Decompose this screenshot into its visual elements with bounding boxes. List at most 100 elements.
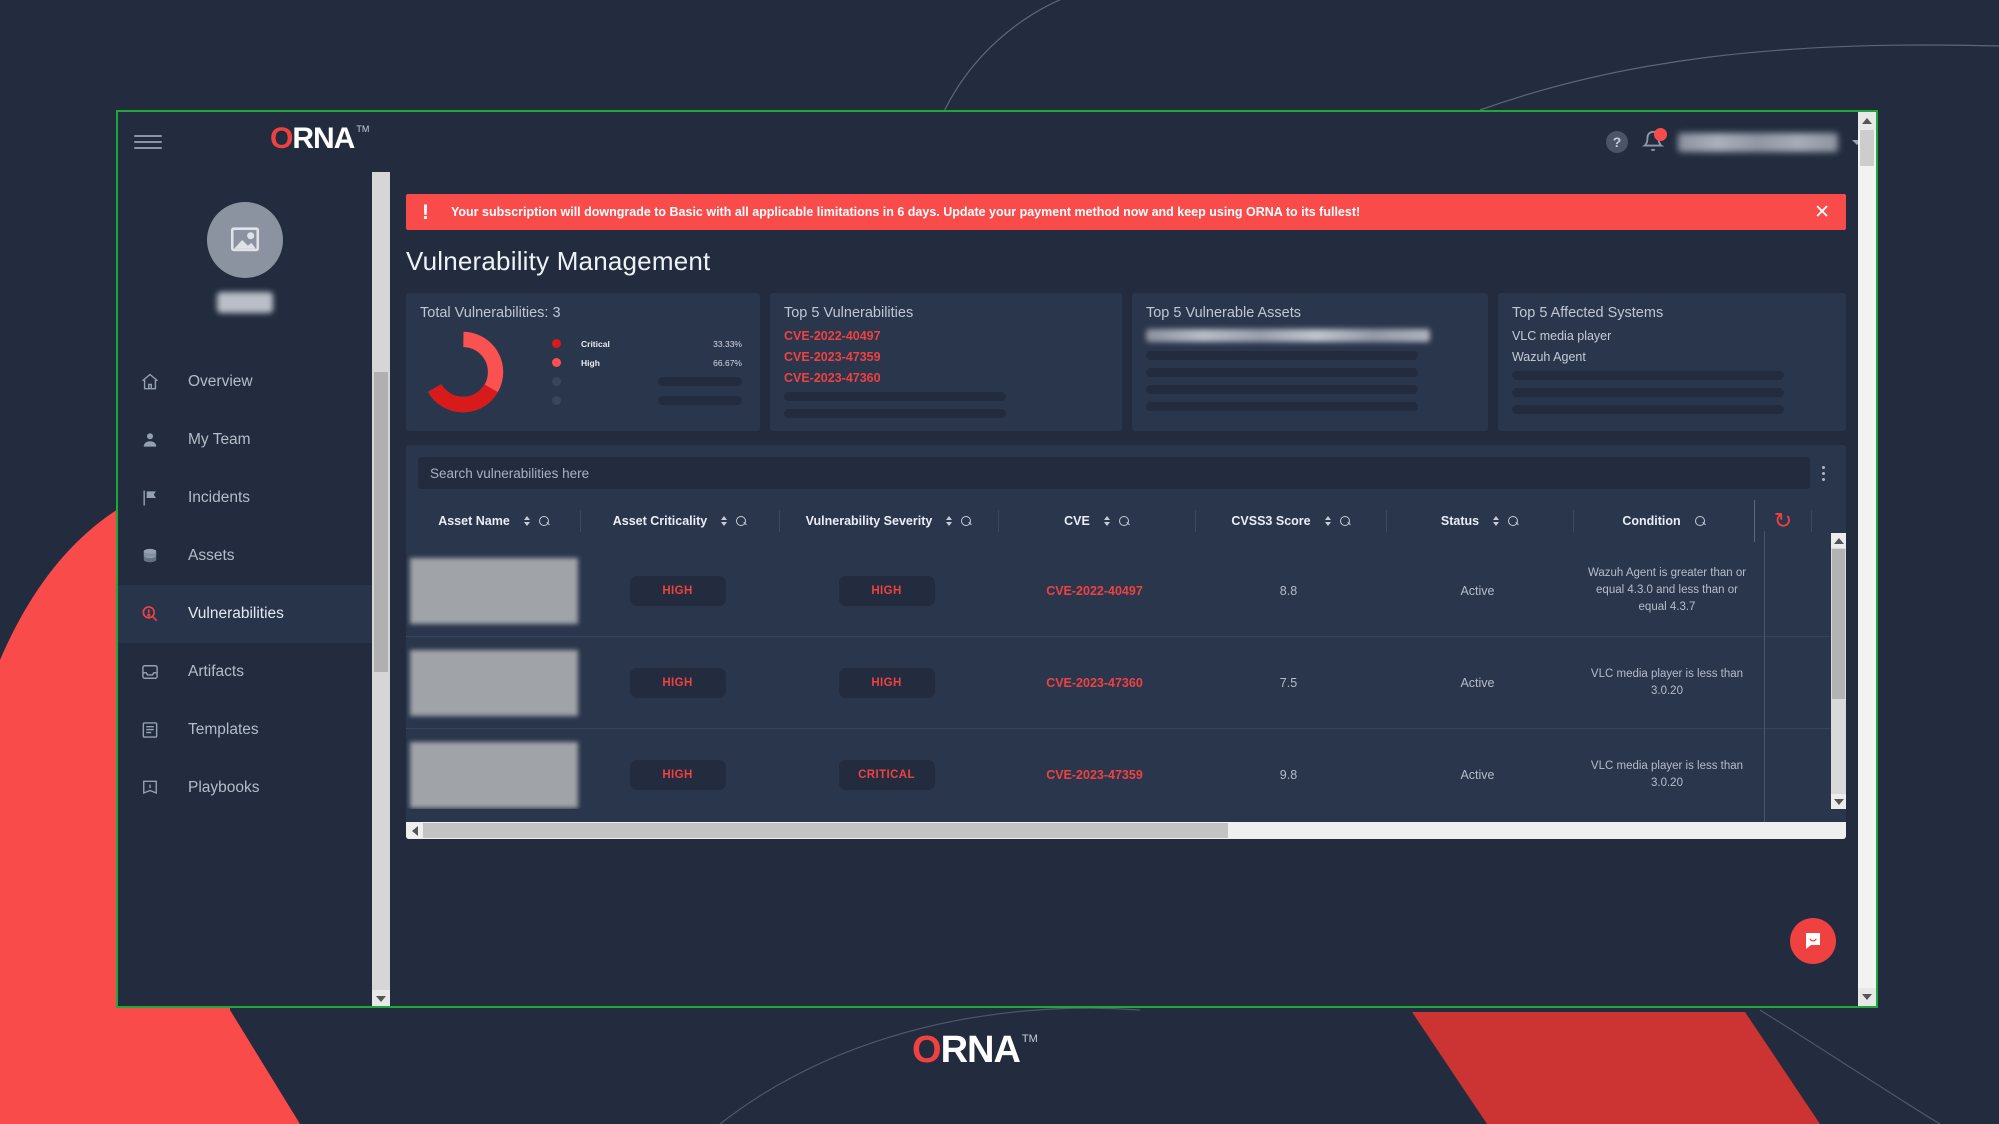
placeholder-bar — [1145, 402, 1418, 411]
avatar[interactable] — [207, 202, 283, 278]
affected-system-item: VLC media player — [1511, 329, 1612, 343]
sort-icon[interactable] — [946, 516, 953, 526]
sidebar-nav: Overview My Team Incidents Assets Vulner… — [118, 353, 372, 817]
sidebar-item-vulnerabilities[interactable]: Vulnerabilities — [118, 585, 372, 643]
close-icon[interactable]: ✕ — [1814, 203, 1830, 222]
table-header-cve[interactable]: CVE — [999, 499, 1195, 543]
sidebar-scrollbar[interactable] — [372, 172, 390, 1006]
legend-value: 33.33% — [713, 338, 742, 349]
footer-logo-tm: TM — [1021, 1033, 1038, 1045]
hamburger-menu-icon[interactable] — [134, 131, 162, 153]
cell-cve[interactable]: CVE-2023-47360 — [996, 637, 1193, 729]
cell-vulnerability-severity: CRITICAL — [777, 729, 996, 810]
table-header-cvss3-score[interactable]: CVSS3 Score — [1196, 499, 1386, 543]
sidebar-item-my-team[interactable]: My Team — [118, 411, 372, 469]
search-alert-icon — [140, 604, 174, 624]
sidebar-item-label: Artifacts — [188, 663, 244, 680]
cve-link[interactable]: CVE-2022-40497 — [1046, 584, 1143, 598]
notifications-bell-icon[interactable] — [1641, 128, 1667, 154]
top-vulnerabilities-card: Top 5 Vulnerabilities CVE-2022-40497 CVE… — [769, 293, 1122, 431]
search-icon[interactable] — [736, 515, 747, 527]
sidebar-item-incidents[interactable]: Incidents — [118, 469, 372, 527]
top-vuln-item[interactable]: CVE-2023-47360 — [784, 371, 1108, 385]
sort-icon[interactable] — [721, 516, 728, 526]
table-header-asset-criticality[interactable]: Asset Criticality — [581, 499, 779, 543]
sort-icon[interactable] — [523, 516, 530, 526]
condition-text: VLC media player is less than 3.0.20 — [1590, 667, 1744, 697]
sidebar-item-label: My Team — [188, 431, 251, 448]
table-vertical-scrollbar[interactable] — [1831, 533, 1846, 809]
cell-cve[interactable]: CVE-2023-47359 — [996, 729, 1193, 810]
cell-asset-criticality: HIGH — [578, 545, 777, 637]
donut-legend: Critical 33.33% High 66.67% — [552, 334, 742, 410]
table-row[interactable]: HIGH HIGH CVE-2023-47360 7.5 Active VLC … — [406, 637, 1846, 729]
refresh-icon[interactable]: ↻ — [1774, 510, 1792, 532]
legend-placeholder-bar — [658, 396, 742, 405]
cell-cve[interactable]: CVE-2022-40497 — [996, 545, 1193, 637]
user-email-redacted[interactable] — [1678, 132, 1838, 152]
status-value: Active — [1460, 675, 1495, 690]
search-icon[interactable] — [1508, 515, 1519, 527]
table-header-condition[interactable]: Condition — [1574, 499, 1754, 543]
search-input[interactable] — [418, 457, 1810, 489]
sidebar-item-label: Overview — [188, 373, 253, 390]
search-icon[interactable] — [961, 515, 972, 527]
sidebar-item-templates[interactable]: Templates — [118, 701, 372, 759]
column-label: Status — [1440, 514, 1480, 528]
sidebar-item-playbooks[interactable]: Playbooks — [118, 759, 372, 817]
sidebar-item-label: Assets — [188, 547, 235, 564]
sort-icon[interactable] — [1324, 516, 1331, 526]
legend-item-placeholder — [552, 391, 742, 410]
table-horizontal-scrollbar[interactable] — [406, 822, 1846, 839]
legend-color-dot — [552, 377, 561, 386]
sidebar-scroll-down-icon[interactable] — [372, 990, 390, 1006]
sidebar-item-label: Incidents — [188, 489, 251, 506]
table-row[interactable]: HIGH CRITICAL CVE-2023-47359 9.8 Active … — [406, 729, 1846, 809]
cve-link[interactable]: CVE-2023-47360 — [1046, 676, 1143, 690]
subscription-alert-banner: ! Your subscription will downgrade to Ba… — [406, 194, 1846, 230]
sort-icon[interactable] — [1103, 516, 1110, 526]
sidebar-scrollbar-thumb[interactable] — [374, 372, 388, 672]
placeholder-bar — [1511, 405, 1784, 414]
scroll-down-icon[interactable] — [1831, 794, 1846, 809]
top-vuln-item[interactable]: CVE-2022-40497 — [784, 329, 1108, 343]
search-icon[interactable] — [1694, 515, 1706, 527]
window-scroll-up-icon[interactable] — [1858, 112, 1876, 130]
user-icon — [140, 430, 174, 450]
sidebar-item-overview[interactable]: Overview — [118, 353, 372, 411]
window-scrollbar-thumb[interactable] — [1860, 130, 1874, 166]
placeholder-bar — [1145, 368, 1418, 377]
table-header-vulnerability-severity[interactable]: Vulnerability Severity — [780, 499, 998, 543]
kebab-menu-icon[interactable] — [1810, 465, 1836, 481]
sidebar-item-artifacts[interactable]: Artifacts — [118, 643, 372, 701]
sidebar-profile — [118, 172, 372, 313]
legend-value: 66.67% — [713, 357, 742, 368]
main-content: ! Your subscription will downgrade to Ba… — [390, 172, 1862, 1006]
placeholder-bar — [1511, 371, 1784, 380]
orna-logo[interactable]: ORNA TM — [270, 122, 369, 156]
table-row[interactable]: HIGH HIGH CVE-2022-40497 8.8 Active Wazu… — [406, 545, 1846, 637]
search-icon[interactable] — [1118, 515, 1130, 527]
top-vuln-item[interactable]: CVE-2023-47359 — [784, 350, 1108, 364]
table-header-status[interactable]: Status — [1387, 499, 1573, 543]
search-icon[interactable] — [538, 515, 550, 527]
scroll-up-icon[interactable] — [1831, 533, 1846, 548]
table-scrollbar-thumb[interactable] — [1832, 549, 1845, 699]
redacted-asset-name — [410, 649, 578, 716]
window-scroll-down-icon[interactable] — [1858, 988, 1876, 1006]
help-icon[interactable]: ? — [1606, 131, 1628, 153]
severity-donut-chart — [422, 331, 504, 413]
window-scrollbar[interactable] — [1858, 112, 1876, 1006]
severity-badge: CRITICAL — [838, 759, 935, 790]
sort-icon[interactable] — [1493, 516, 1500, 526]
horizontal-scrollbar-thumb[interactable] — [423, 823, 1228, 838]
placeholder-bar — [783, 409, 1006, 418]
search-icon[interactable] — [1339, 515, 1351, 527]
sidebar-username-redacted — [217, 292, 273, 313]
home-icon — [140, 372, 174, 392]
scroll-left-icon[interactable] — [406, 822, 423, 839]
sidebar-item-assets[interactable]: Assets — [118, 527, 372, 585]
chat-bubble-icon[interactable] — [1790, 918, 1836, 964]
cve-link[interactable]: CVE-2023-47359 — [1046, 768, 1143, 782]
table-header-asset-name[interactable]: Asset Name — [408, 499, 580, 543]
